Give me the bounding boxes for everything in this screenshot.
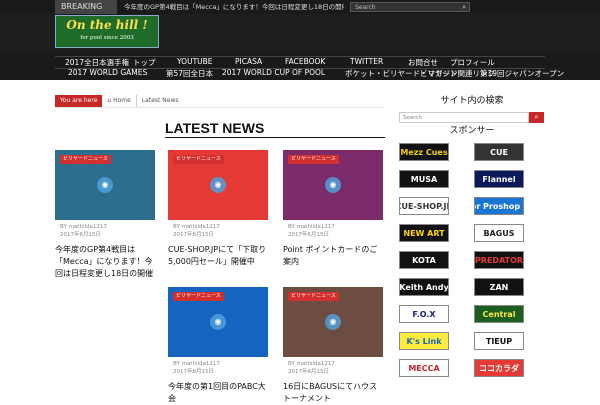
sidebar-search-placeholder: Search	[403, 115, 422, 121]
sponsor-banner[interactable]: Color Proshop USA	[474, 197, 524, 215]
news-ticker[interactable]: 今年度のGP第4戦目は「Mecca」になります！今回は日程変更し18日の開催	[124, 0, 344, 14]
post-author[interactable]: BY mathilda1217	[288, 360, 335, 368]
sponsor-banner[interactable]: ココカラダ	[474, 359, 524, 377]
sidebar-search-input[interactable]: Search	[399, 112, 529, 123]
nav-item[interactable]: FACEBOOK	[285, 57, 325, 66]
nav-item[interactable]: 2017全日本選手権	[65, 57, 129, 68]
nav-item[interactable]: 2017 WORLD GAMES	[68, 68, 147, 77]
logo-title: On the hill !	[66, 18, 148, 32]
sponsor-banner[interactable]: CUE	[474, 143, 524, 161]
breadcrumb-home-label: Home	[113, 97, 131, 104]
breadcrumb-here: You are here	[55, 95, 103, 107]
sponsor-banner[interactable]: CUE-SHOP.JP	[399, 197, 449, 215]
sponsor-banner[interactable]: Central	[474, 305, 524, 323]
search-button[interactable]: ⌕	[529, 112, 544, 123]
post-thumbnail[interactable]: ビリヤードニュース ◉	[283, 150, 383, 220]
nav-item[interactable]: お問合せ	[408, 57, 438, 68]
post-author[interactable]: BY mathilda1217	[173, 360, 220, 368]
site-logo[interactable]: On the hill ! for pool since 2003	[55, 15, 159, 48]
sidebar: サイト内の検索 Search ⌕ スポンサー	[399, 95, 545, 136]
post-author[interactable]: BY mathilda1217	[288, 223, 335, 231]
sponsor-banner[interactable]: BAGUS	[474, 224, 524, 242]
sponsor-banner[interactable]: F.O.X	[399, 305, 449, 323]
nav-item[interactable]: 第57回全日本	[166, 68, 213, 79]
title-underline	[165, 137, 385, 138]
post-meta: BY mathilda1217 2017年6月15日	[288, 223, 335, 239]
post-date: 2017年6月15日	[60, 232, 101, 238]
nav-item[interactable]: 2017 WORLD CUP OF POOL	[222, 68, 325, 77]
sponsor-banner[interactable]: MECCA	[399, 359, 449, 377]
nav-item[interactable]: 第19回ジャパンオープン	[480, 68, 564, 79]
breaking-label: BREAKING	[55, 0, 117, 14]
camera-icon: ◉	[325, 177, 341, 193]
breadcrumb: You are here ⌂ Home Latest News	[55, 95, 184, 107]
category-badge[interactable]: ビリヤードニュース	[288, 292, 339, 301]
nav-item[interactable]: YOUTUBE	[177, 57, 213, 66]
post-date: 2017年6月15日	[288, 232, 329, 238]
breadcrumb-home[interactable]: ⌂ Home	[102, 95, 135, 107]
search-icon: ⌕	[534, 113, 539, 121]
logo-subtitle: for pool since 2003	[80, 35, 134, 41]
sponsor-banner[interactable]: TIEUP	[474, 332, 524, 350]
camera-icon: ◉	[210, 314, 226, 330]
post-date: 2017年6月15日	[173, 232, 214, 238]
post-title[interactable]: 今年度の第1回目のPABC大会	[168, 381, 268, 405]
post-title[interactable]: CUE-SHOP.JPにて「下取り5,000円セール」開催中	[168, 244, 268, 268]
top-search-input[interactable]: Search ⌕	[350, 2, 470, 12]
sponsor-banner[interactable]: ZAN	[474, 278, 524, 296]
sponsor-banner[interactable]: NEW ART	[399, 224, 449, 242]
post-thumbnail[interactable]: ビリヤードニュース ◉	[168, 150, 268, 220]
camera-icon: ◉	[210, 177, 226, 193]
page-title: LATEST NEWS	[165, 120, 265, 136]
post-date: 2017年6月15日	[288, 369, 329, 375]
post-meta: BY mathilda1217 2017年6月15日	[288, 360, 335, 376]
post-meta: BY mathilda1217 2017年6月15日	[173, 223, 220, 239]
post-meta: BY mathilda1217 2017年6月15日	[173, 360, 220, 376]
camera-icon: ◉	[97, 177, 113, 193]
sponsor-banner[interactable]: Mezz Cues	[399, 143, 449, 161]
search-icon[interactable]: ⌕	[462, 3, 466, 12]
category-badge[interactable]: ビリヤードニュース	[288, 155, 339, 164]
post-thumbnail[interactable]: ビリヤードニュース ◉	[283, 287, 383, 357]
post-author[interactable]: BY mathilda1217	[173, 223, 220, 231]
sponsor-banner[interactable]: Keith Andy	[399, 278, 449, 296]
sponsors-title: スポンサー	[449, 126, 495, 136]
category-badge[interactable]: ビリヤードニュース	[173, 292, 224, 301]
post-meta: BY mathilda1217 2017年6月15日	[60, 223, 107, 239]
sponsor-banner[interactable]: PREDATOR	[474, 251, 524, 269]
nav-item[interactable]: トップ	[133, 57, 156, 68]
sidebar-search-title: サイト内の検索	[440, 96, 504, 106]
post-thumbnail[interactable]: ビリヤードニュース ◉	[55, 150, 155, 220]
nav-item[interactable]: PICASA	[235, 57, 262, 66]
sponsor-banner[interactable]: Flannel	[474, 170, 524, 188]
category-badge[interactable]: ビリヤードニュース	[173, 155, 224, 164]
post-date: 2017年6月15日	[173, 369, 214, 375]
category-badge[interactable]: ビリヤードニュース	[60, 155, 111, 164]
post-title[interactable]: 今年度のGP第4戦目は「Mecca」になります！今回は日程変更し18日の開催	[55, 244, 155, 280]
breadcrumb-current: Latest News	[135, 95, 184, 107]
sponsor-banner[interactable]: K's Link	[399, 332, 449, 350]
nav-item[interactable]: プロフィール	[450, 57, 495, 68]
post-title[interactable]: 16日にBAGUSにてハウストーナメント	[283, 381, 383, 405]
sponsor-banner[interactable]: MUSA	[399, 170, 449, 188]
top-search-placeholder: Search	[355, 4, 376, 11]
sponsor-banner[interactable]: KOTA	[399, 251, 449, 269]
camera-icon: ◉	[325, 314, 341, 330]
post-author[interactable]: BY mathilda1217	[60, 223, 107, 231]
nav-item[interactable]: TWITTER	[350, 57, 383, 66]
post-thumbnail[interactable]: ビリヤードニュース ◉	[168, 287, 268, 357]
post-title[interactable]: Point ポイントカードのご案内	[283, 244, 383, 268]
breadcrumb-divider	[55, 107, 385, 108]
